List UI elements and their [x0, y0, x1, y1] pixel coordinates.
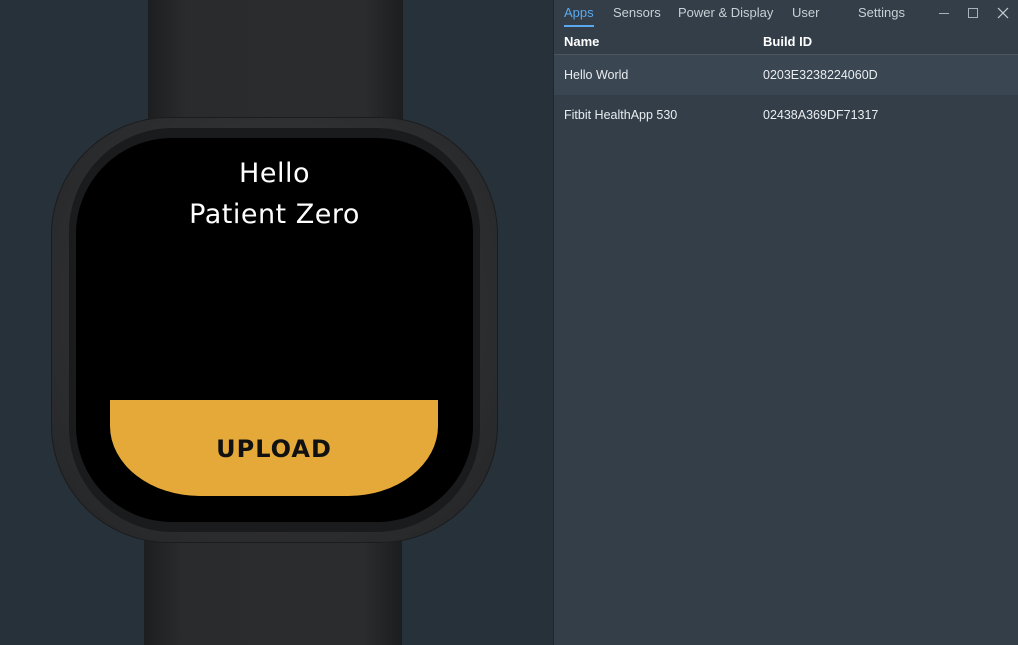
minimize-icon[interactable]	[935, 4, 953, 22]
app-name: Fitbit HealthApp 530	[564, 108, 678, 122]
watch-simulator: Hello Patient Zero UPLOAD	[0, 0, 553, 645]
app-name: Hello World	[564, 68, 629, 82]
upload-button-label: UPLOAD	[216, 435, 332, 463]
greeting-line-1: Hello	[239, 158, 310, 189]
table-header: Name Build ID	[554, 28, 1018, 55]
app-build-id: 0203E3238224060D	[763, 68, 878, 82]
tab-settings[interactable]: Settings	[858, 5, 905, 20]
tab-sensors[interactable]: Sensors	[613, 5, 661, 20]
tab-apps[interactable]: Apps	[564, 5, 594, 20]
app-build-id: 02438A369DF71317	[763, 108, 879, 122]
greeting-line-2: Patient Zero	[189, 199, 360, 230]
table-row[interactable]: Fitbit HealthApp 530 02438A369DF71317	[554, 95, 1018, 135]
tab-user[interactable]: User	[792, 5, 819, 20]
tab-bar: Apps Sensors Power & Display User Settin…	[554, 0, 1018, 27]
upload-button[interactable]: UPLOAD	[110, 400, 438, 496]
active-tab-indicator	[564, 25, 594, 27]
close-icon[interactable]	[994, 4, 1012, 22]
maximize-icon[interactable]	[964, 4, 982, 22]
table-row[interactable]: Hello World 0203E3238224060D	[554, 55, 1018, 95]
tab-power-display[interactable]: Power & Display	[678, 5, 773, 20]
column-header-name[interactable]: Name	[564, 34, 599, 49]
column-header-build-id[interactable]: Build ID	[763, 34, 812, 49]
apps-panel: Apps Sensors Power & Display User Settin…	[553, 0, 1018, 645]
